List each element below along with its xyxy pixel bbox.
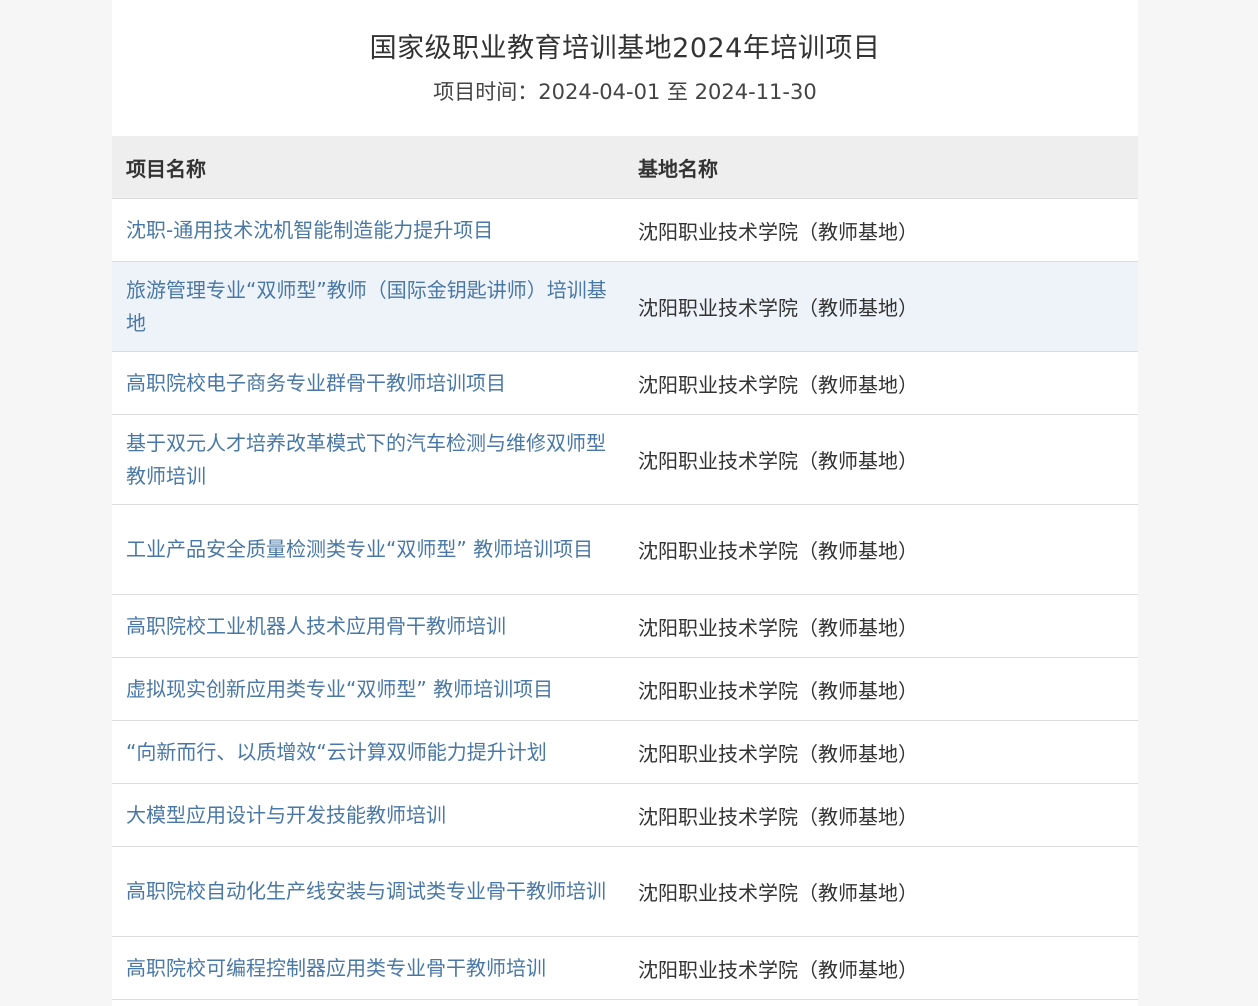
table-row: 沈职-通用技术沈机智能制造能力提升项目 沈阳职业技术学院（教师基地）	[112, 199, 1138, 262]
project-link[interactable]: 高职院校电子商务专业群骨干教师培训项目	[112, 367, 624, 400]
base-name: 沈阳职业技术学院（教师基地）	[638, 296, 918, 320]
project-link[interactable]: 沈职-通用技术沈机智能制造能力提升项目	[112, 214, 624, 247]
project-link[interactable]: 虚拟现实创新应用类专业“双师型” 教师培训项目	[112, 673, 624, 706]
base-name: 沈阳职业技术学院（教师基地）	[638, 219, 918, 244]
base-name: 沈阳职业技术学院（教师基地）	[638, 881, 918, 905]
base-name: 沈阳职业技术学院（教师基地）	[638, 449, 918, 473]
base-name: 沈阳职业技术学院（教师基地）	[638, 539, 918, 563]
table-row: 虚拟现实创新应用类专业“双师型” 教师培训项目 沈阳职业技术学院（教师基地）	[112, 658, 1138, 721]
table-row: 高职院校可编程控制器应用类专业骨干教师培训 沈阳职业技术学院（教师基地）	[112, 937, 1138, 1000]
project-link[interactable]: 基于双元人才培养改革模式下的汽车检测与维修双师型教师培训	[112, 427, 624, 493]
table-row: 工业产品安全质量检测类专业“双师型” 教师培训项目 沈阳职业技术学院（教师基地）	[112, 505, 1138, 595]
table-row: “向新而行、以质增效“云计算双师能力提升计划 沈阳职业技术学院（教师基地）	[112, 721, 1138, 784]
table-row: 大模型应用设计与开发技能教师培训 沈阳职业技术学院（教师基地）	[112, 784, 1138, 847]
table-header: 项目名称 基地名称	[112, 136, 1138, 199]
project-link[interactable]: 大模型应用设计与开发技能教师培训	[112, 799, 624, 832]
project-link[interactable]: 高职院校自动化生产线安装与调试类专业骨干教师培训	[112, 875, 624, 908]
base-name: 沈阳职业技术学院（教师基地）	[638, 741, 918, 766]
project-link[interactable]: “向新而行、以质增效“云计算双师能力提升计划	[112, 736, 624, 769]
project-period: 项目时间：2024-04-01 至 2024-11-30	[433, 80, 817, 104]
base-name: 沈阳职业技术学院（教师基地）	[638, 615, 918, 640]
project-link[interactable]: 高职院校工业机器人技术应用骨干教师培训	[112, 610, 624, 643]
table-row: 高职院校工业机器人技术应用骨干教师培训 沈阳职业技术学院（教师基地）	[112, 595, 1138, 658]
page-title: 国家级职业教育培训基地2024年培训项目	[369, 33, 881, 64]
article-content: 国家级职业教育培训基地2024年培训项目 项目时间：2024-04-01 至 2…	[112, 0, 1138, 1006]
base-name: 沈阳职业技术学院（教师基地）	[638, 957, 918, 982]
base-name: 沈阳职业技术学院（教师基地）	[638, 678, 918, 703]
base-name: 沈阳职业技术学院（教师基地）	[638, 804, 918, 829]
header-base-name: 基地名称	[638, 156, 718, 181]
table-row: 高职院校电子商务专业群骨干教师培训项目 沈阳职业技术学院（教师基地）	[112, 352, 1138, 415]
right-margin	[1138, 0, 1258, 1006]
table-row: 高职院校自动化生产线安装与调试类专业骨干教师培训 沈阳职业技术学院（教师基地）	[112, 847, 1138, 937]
base-name: 沈阳职业技术学院（教师基地）	[638, 372, 918, 397]
left-margin	[0, 0, 112, 1006]
table-row: 旅游管理专业“双师型”教师（国际金钥匙讲师）培训基地 沈阳职业技术学院（教师基地…	[112, 262, 1138, 352]
project-table: 项目名称 基地名称 沈职-通用技术沈机智能制造能力提升项目 沈阳职业技术学院（教…	[112, 136, 1138, 1000]
project-link[interactable]: 工业产品安全质量检测类专业“双师型” 教师培训项目	[112, 533, 624, 566]
project-link[interactable]: 高职院校可编程控制器应用类专业骨干教师培训	[112, 952, 624, 985]
project-link[interactable]: 旅游管理专业“双师型”教师（国际金钥匙讲师）培训基地	[112, 274, 624, 340]
header-project-name: 项目名称	[126, 156, 206, 181]
table-row: 基于双元人才培养改革模式下的汽车检测与维修双师型教师培训 沈阳职业技术学院（教师…	[112, 415, 1138, 505]
